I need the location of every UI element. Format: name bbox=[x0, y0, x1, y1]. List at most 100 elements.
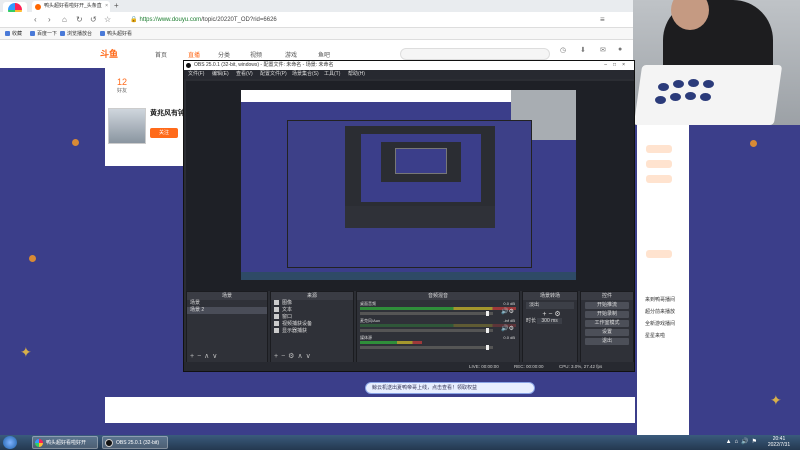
bookmark-item[interactable]: 鸭头超好看 bbox=[100, 30, 132, 38]
menu-edit[interactable]: 编辑(E) bbox=[212, 70, 229, 79]
studio-mode-button[interactable]: 工作室模式 bbox=[585, 320, 629, 327]
start-streaming-button[interactable]: 开始推流 bbox=[585, 302, 629, 309]
right-panel-item[interactable]: 来到鸭哥播间 bbox=[645, 296, 675, 303]
menu-icon[interactable]: ≡ bbox=[600, 15, 605, 25]
streamer-title[interactable]: 黄兆风有钟 bbox=[150, 108, 185, 118]
message-icon[interactable]: ✉ bbox=[600, 46, 606, 54]
follow-button[interactable]: 关注 bbox=[150, 128, 178, 138]
menu-tools[interactable]: 工具(T) bbox=[324, 70, 340, 79]
bookmark-item[interactable]: 浏览播放台 bbox=[60, 30, 92, 38]
menu-profile[interactable]: 配置文件(P) bbox=[260, 70, 287, 79]
star-decoration-icon: ✦ bbox=[770, 392, 782, 408]
settings-button[interactable]: 设置 bbox=[585, 329, 629, 336]
url-input[interactable]: 🔒 https://www.douyu.com/topic/20220T_OD?r… bbox=[130, 15, 460, 25]
menu-view[interactable]: 查看(V) bbox=[236, 70, 253, 79]
douyu-right-panel bbox=[637, 125, 689, 435]
start-button[interactable] bbox=[3, 436, 17, 449]
taskbar-obs[interactable]: OBS 25.0.1 (32-bit) bbox=[102, 436, 168, 449]
obs-title-bar[interactable]: OBS 25.0.1 (32-bit, windows) - 配置文件: 未命名… bbox=[184, 61, 634, 70]
tab-title: 鸭头超好看啦好开_头条直 bbox=[44, 3, 102, 9]
desktop: ✦ ✦ 鸭头超好看啦好开_头条直 × + 云即播放 ‹ › ⌂ ↻ ↺ ☆ 🔒h… bbox=[0, 0, 800, 450]
new-tab-button[interactable]: + bbox=[114, 1, 119, 10]
sources-dock: 来源 图像 文本 窗口 视频捕获设备 显示器捕获 +−⚙∧∨ bbox=[270, 291, 354, 363]
nav-fishbar[interactable]: 鱼吧 bbox=[318, 50, 330, 59]
douyu-logo[interactable]: 斗鱼 bbox=[100, 47, 118, 60]
obs-preview[interactable] bbox=[186, 81, 634, 291]
taskbar-clock[interactable]: 20:41 2022/7/31 bbox=[761, 436, 797, 448]
right-panel-item[interactable]: 星星来啦 bbox=[645, 332, 665, 339]
scenes-dock: 场景 场景 场景 2 +−∧∨ bbox=[186, 291, 268, 363]
bookmark-item[interactable]: 收藏 bbox=[5, 30, 22, 38]
home-icon[interactable]: ⌂ bbox=[62, 15, 67, 25]
nav-category[interactable]: 分类 bbox=[218, 50, 230, 59]
taskbar-browser[interactable]: 鸭头超好看啦好开 bbox=[32, 436, 98, 449]
source-item[interactable]: 视频捕获设备 bbox=[271, 321, 353, 328]
scene-item[interactable]: 场景 2 bbox=[187, 307, 267, 314]
menu-scene-collection[interactable]: 场景集合(S) bbox=[292, 70, 319, 79]
browser-tab[interactable]: 鸭头超好看啦好开_头条直 × bbox=[32, 1, 110, 12]
start-recording-button[interactable]: 开始录制 bbox=[585, 311, 629, 318]
source-item[interactable]: 窗口 bbox=[271, 314, 353, 321]
scene-item[interactable]: 场景 bbox=[187, 300, 267, 307]
system-tray-icons[interactable]: ▲⌂🔊⚑ bbox=[726, 438, 760, 445]
transition-type-select[interactable]: 淡出 bbox=[526, 302, 574, 309]
avatar-icon[interactable]: ● bbox=[618, 46, 622, 53]
streamer-thumbnail[interactable] bbox=[108, 108, 146, 144]
duration-row: 时长 300 ms bbox=[523, 318, 577, 325]
live-timer: LIVE: 00:00:00 bbox=[469, 364, 499, 369]
douyu-search-input[interactable] bbox=[400, 48, 550, 60]
promo-banner[interactable]: 鲸云机送出夏鸭帝哥上线，点击查看！领取权益 bbox=[365, 382, 535, 394]
tab-close-icon[interactable]: × bbox=[105, 1, 108, 12]
source-item[interactable]: 显示器捕获 bbox=[271, 328, 353, 335]
nav-live[interactable]: 直播 bbox=[188, 50, 200, 59]
sources-dock-title: 来源 bbox=[271, 292, 353, 300]
window-controls[interactable]: –□× bbox=[604, 61, 631, 70]
right-panel-pill[interactable] bbox=[646, 160, 672, 168]
favorite-star-icon[interactable]: ☆ bbox=[104, 15, 111, 25]
camera-icon bbox=[274, 321, 279, 327]
obs-window: OBS 25.0.1 (32-bit, windows) - 配置文件: 未命名… bbox=[183, 60, 635, 372]
right-panel-pill[interactable] bbox=[646, 145, 672, 153]
source-item[interactable]: 文本 bbox=[271, 307, 353, 314]
audio-mixer-dock: 音频混音 桌面音频 0.0 dB 🔊⚙ 麦克风/Aux -inf dB 🔊⚙ 媒… bbox=[356, 291, 520, 363]
nav-video[interactable]: 视频 bbox=[250, 50, 262, 59]
mixer-channel: 媒体源 0.0 dB bbox=[360, 335, 516, 351]
volume-slider[interactable] bbox=[360, 328, 493, 333]
right-panel-pill[interactable] bbox=[646, 250, 672, 258]
scenes-dock-title: 场景 bbox=[187, 292, 267, 300]
controls-dock: 控件 开始推流 开始录制 工作室模式 设置 退出 bbox=[580, 291, 634, 363]
undo-icon[interactable]: ↺ bbox=[90, 15, 97, 25]
exit-button[interactable]: 退出 bbox=[585, 338, 629, 345]
menu-help[interactable]: 帮助(H) bbox=[348, 70, 365, 79]
obs-menu-bar: 文件(F) 编辑(E) 查看(V) 配置文件(P) 场景集合(S) 工具(T) … bbox=[184, 70, 634, 79]
browser-tab-strip: 鸭头超好看啦好开_头条直 × + bbox=[0, 0, 633, 12]
source-toolbar[interactable]: +−⚙∧∨ bbox=[274, 352, 314, 360]
preview-canvas bbox=[241, 90, 576, 280]
rec-timer: REC: 00:00:00 bbox=[514, 364, 544, 369]
gift-bar bbox=[105, 397, 635, 423]
duration-input[interactable]: 300 ms bbox=[537, 318, 562, 324]
reload-icon[interactable]: ↻ bbox=[76, 15, 83, 25]
right-panel-item[interactable]: 超分前来播放 bbox=[645, 308, 675, 315]
transition-toolbar[interactable]: + − ⚙ bbox=[523, 311, 577, 318]
nav-home[interactable]: 首页 bbox=[155, 50, 167, 59]
obs-logo-icon bbox=[186, 63, 191, 68]
address-bar-row: ‹ › ⌂ ↻ ↺ ☆ 🔒 https://www.douyu.com/topic… bbox=[0, 12, 633, 28]
history-icon[interactable]: ◷ bbox=[560, 46, 566, 54]
mute-gear-icons[interactable]: 🔊⚙ bbox=[501, 325, 514, 332]
right-panel-item[interactable]: 全新游戏播间 bbox=[645, 320, 675, 327]
forward-icon[interactable]: › bbox=[48, 15, 51, 25]
download-icon[interactable]: ⬇ bbox=[580, 46, 586, 54]
nav-game[interactable]: 游戏 bbox=[285, 50, 297, 59]
volume-slider[interactable] bbox=[360, 345, 493, 350]
bookmark-item[interactable]: 百度一下 bbox=[30, 30, 57, 38]
url-path: /topic/20220T_OD?rid=6626 bbox=[201, 17, 277, 23]
scene-toolbar[interactable]: +−∧∨ bbox=[190, 352, 220, 360]
right-panel-pill[interactable] bbox=[646, 175, 672, 183]
menu-file[interactable]: 文件(F) bbox=[188, 70, 204, 79]
source-item[interactable]: 图像 bbox=[271, 300, 353, 307]
decoration-dot bbox=[750, 140, 757, 147]
mute-gear-icons[interactable]: 🔊⚙ bbox=[501, 308, 514, 315]
back-icon[interactable]: ‹ bbox=[34, 15, 37, 25]
volume-slider[interactable] bbox=[360, 311, 493, 316]
